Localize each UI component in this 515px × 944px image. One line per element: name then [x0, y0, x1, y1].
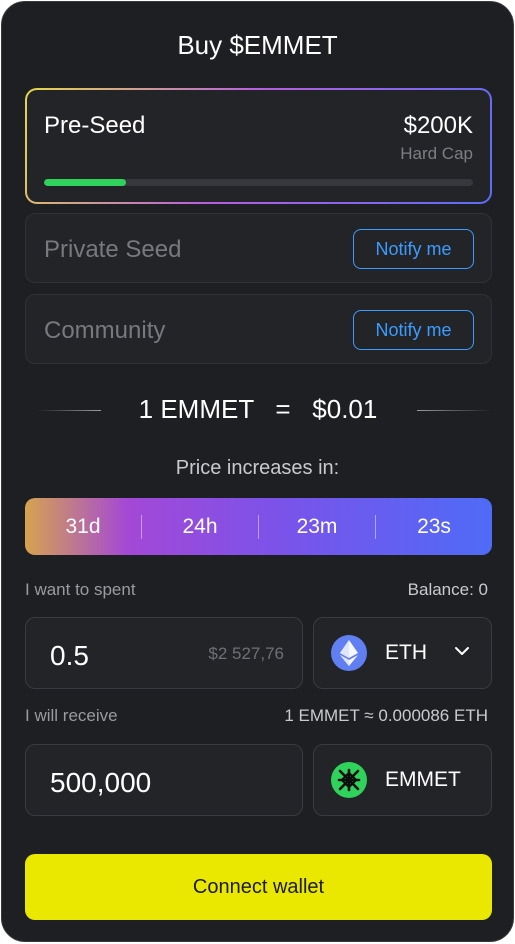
- page-title: Buy $EMMET: [177, 30, 338, 60]
- tier-name: Community: [44, 317, 166, 344]
- spend-usd-value: $2 527,76: [208, 644, 284, 663]
- spend-token-select[interactable]: ETH: [313, 617, 492, 689]
- token-price-rate: 1 EMMET = $0.01: [102, 394, 414, 425]
- tier-card-community: Community Notify me: [25, 294, 492, 364]
- spend-amount-input[interactable]: 0.5 $2 527,76: [25, 617, 303, 689]
- tier-name: Pre-Seed: [44, 112, 146, 139]
- conversion-rate: 1 EMMET ≈ 0.000086 ETH: [284, 706, 488, 725]
- buy-panel: Buy $EMMET Pre-Seed $200K Hard Cap Priva…: [1, 1, 514, 942]
- divider-left: [37, 410, 101, 411]
- receive-amount-field[interactable]: 500,000: [25, 744, 303, 816]
- tier-card-inner: Pre-Seed $200K Hard Cap: [27, 90, 490, 202]
- balance-label: Balance: 0: [407, 580, 488, 599]
- ethereum-icon: [331, 635, 367, 671]
- rate-price: $0.01: [312, 394, 378, 424]
- connect-wallet-button[interactable]: Connect wallet: [25, 854, 492, 920]
- sale-progress-fill: [44, 179, 126, 186]
- tier-name: Private Seed: [44, 236, 182, 263]
- tier-hard-cap-label: Hard Cap: [400, 144, 473, 163]
- countdown-timer: 31d 24h 23m 23s: [25, 498, 492, 555]
- divider-right: [417, 410, 492, 411]
- countdown-hours: 24h: [142, 514, 259, 539]
- notify-me-button[interactable]: Notify me: [353, 229, 474, 269]
- receive-token-name: EMMET: [385, 768, 461, 791]
- receive-token-display: EMMET: [313, 744, 492, 816]
- tier-card-private-seed: Private Seed Notify me: [25, 213, 492, 283]
- countdown-days: 31d: [25, 514, 142, 539]
- price-increase-label: Price increases in:: [175, 457, 340, 479]
- rate-token-amount: 1 EMMET: [138, 394, 254, 424]
- spend-amount-value: 0.5: [50, 640, 89, 671]
- sale-progress-bar: [44, 179, 473, 186]
- rate-equals: =: [275, 394, 291, 424]
- countdown-minutes: 23m: [259, 514, 376, 539]
- spend-token-name: ETH: [385, 641, 427, 664]
- countdown-seconds: 23s: [417, 514, 451, 538]
- tier-card-pre-seed[interactable]: Pre-Seed $200K Hard Cap: [25, 88, 492, 204]
- chevron-down-icon: [455, 647, 469, 655]
- emmet-logo-icon: [331, 762, 367, 798]
- tier-hard-cap-value: $200K: [403, 112, 473, 139]
- spend-label: I want to spent: [25, 580, 136, 599]
- receive-amount-value: 500,000: [50, 767, 152, 798]
- receive-label: I will receive: [25, 706, 118, 725]
- notify-me-button[interactable]: Notify me: [353, 310, 474, 350]
